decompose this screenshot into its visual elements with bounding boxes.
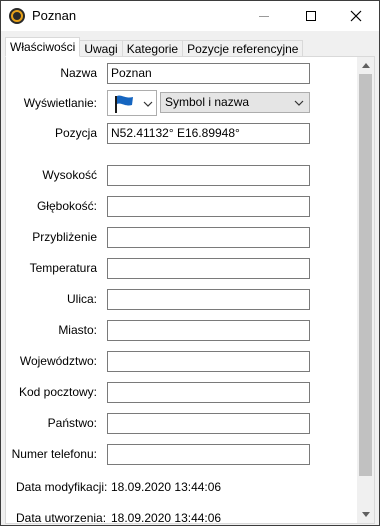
chevron-down-icon (294, 100, 304, 106)
created-row: Data utworzenia: 18.09.2020 13:44:06 (6, 508, 358, 524)
city-label: Miasto: (58, 323, 97, 337)
street-label: Ulica: (66, 292, 97, 306)
position-label: Pozycja (54, 126, 97, 140)
tab-categories[interactable]: Kategorie (121, 40, 184, 57)
phone-input[interactable] (107, 444, 310, 465)
maximize-icon (306, 11, 316, 21)
postal-code-row: Kod pocztowy: (6, 382, 358, 403)
maximize-button[interactable] (288, 1, 334, 31)
window-title: Poznan (32, 8, 77, 23)
minimize-button[interactable] (241, 1, 287, 31)
modified-value: 18.09.2020 13:44:06 (111, 480, 222, 494)
depth-input[interactable] (107, 196, 310, 217)
name-row: Nazwa Poznan (6, 63, 358, 84)
temperature-input[interactable] (107, 258, 310, 279)
scroll-up-button[interactable] (357, 57, 374, 74)
city-row: Miasto: (6, 320, 358, 341)
country-label: Państwo: (47, 416, 97, 430)
temperature-row: Temperatura (6, 258, 358, 279)
display-mode-value: Symbol i nazwa (165, 95, 250, 109)
vertical-scrollbar[interactable] (357, 57, 374, 523)
tab-notes[interactable]: Uwagi (79, 40, 123, 57)
state-input[interactable] (107, 351, 310, 372)
waypoint-properties-window: Poznan Właściwości Uwagi Kategorie Pozyc… (0, 0, 380, 526)
close-button[interactable] (333, 1, 379, 31)
tab-strip: Właściwości Uwagi Kategorie Pozycje refe… (5, 37, 304, 57)
app-icon (9, 8, 25, 24)
tab-reference-points[interactable]: Pozycje referencyjne (182, 40, 304, 57)
altitude-row: Wysokość (6, 165, 358, 186)
altitude-input[interactable] (107, 165, 310, 186)
street-input[interactable] (107, 289, 310, 310)
city-input[interactable] (107, 320, 310, 341)
name-input[interactable]: Poznan (107, 63, 310, 84)
proximity-input[interactable] (107, 227, 310, 248)
title-bar[interactable]: Poznan (1, 1, 379, 31)
phone-label: Numer telefonu: (11, 447, 97, 461)
symbol-dropdown[interactable] (107, 90, 157, 116)
minimize-icon (259, 15, 269, 17)
proximity-label: Przybliżenie (32, 230, 97, 244)
chevron-down-icon (143, 101, 153, 107)
close-icon (350, 10, 362, 22)
postal-code-input[interactable] (107, 382, 310, 403)
chevron-down-icon (361, 512, 370, 517)
depth-row: Głębokość: (6, 196, 358, 217)
state-label: Województwo: (19, 354, 97, 368)
chevron-up-icon (361, 63, 370, 68)
created-label: Data utworzenia: (16, 511, 107, 524)
phone-row: Numer telefonu: (6, 444, 358, 465)
name-label: Nazwa (60, 66, 97, 80)
modified-label: Data modyfikacji: (16, 480, 108, 494)
properties-panel: Nazwa Poznan Wyświetlanie: Symbol i nazw… (5, 56, 375, 524)
display-mode-select[interactable]: Symbol i nazwa (160, 92, 310, 113)
display-row: Wyświetlanie: Symbol i nazwa (6, 90, 358, 116)
temperature-label: Temperatura (29, 261, 97, 275)
display-label: Wyświetlanie: (23, 96, 97, 110)
altitude-label: Wysokość (42, 168, 97, 182)
modified-row: Data modyfikacji: 18.09.2020 13:44:06 (6, 477, 358, 498)
proximity-row: Przybliżenie (6, 227, 358, 248)
depth-label: Głębokość: (36, 199, 97, 213)
state-row: Województwo: (6, 351, 358, 372)
position-row: Pozycja N52.41132° E16.89948° (6, 123, 358, 144)
scroll-down-button[interactable] (357, 506, 374, 523)
country-row: Państwo: (6, 413, 358, 434)
blue-flag-icon (115, 95, 133, 113)
postal-code-label: Kod pocztowy: (18, 385, 97, 399)
country-input[interactable] (107, 413, 310, 434)
tab-properties[interactable]: Właściwości (5, 37, 81, 57)
position-input[interactable]: N52.41132° E16.89948° (107, 123, 310, 144)
scroll-thumb[interactable] (359, 74, 372, 476)
street-row: Ulica: (6, 289, 358, 310)
created-value: 18.09.2020 13:44:06 (111, 511, 222, 524)
